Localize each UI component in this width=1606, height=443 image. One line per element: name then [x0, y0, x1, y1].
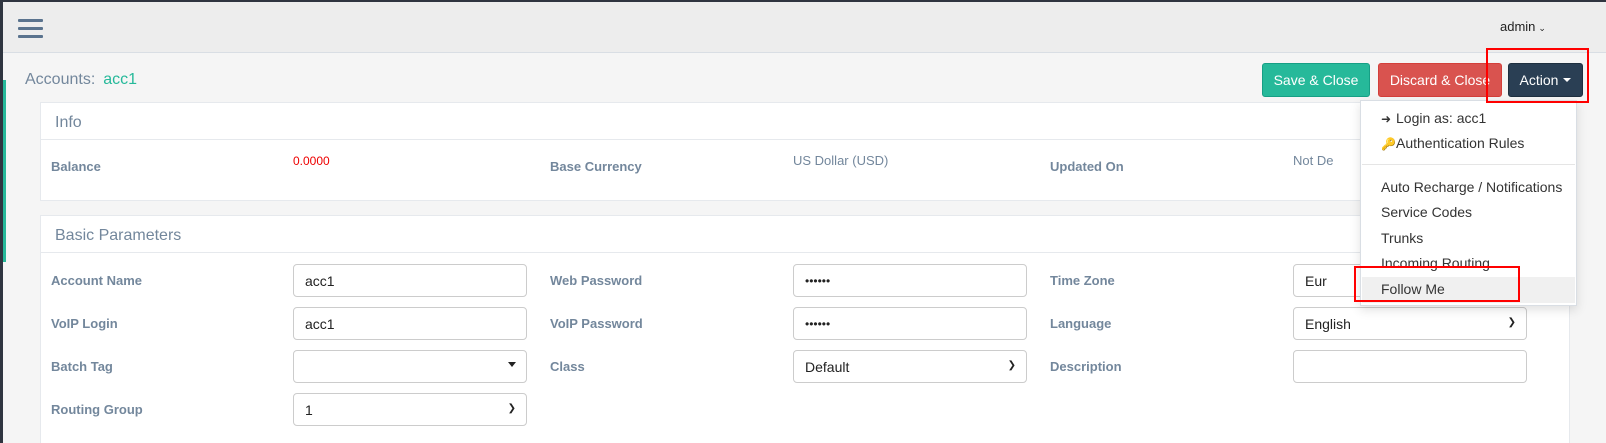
time-zone-value: Eur [1305, 273, 1327, 289]
info-panel-title: Info [41, 103, 1569, 140]
discard-close-label: Discard & Close [1389, 72, 1491, 88]
save-close-button[interactable]: Save & Close [1262, 63, 1370, 97]
discard-close-button[interactable]: Discard & Close [1378, 63, 1502, 97]
incoming-routing-label: Incoming Routing [1381, 255, 1490, 271]
voip-login-value: acc1 [305, 316, 335, 332]
base-currency-label: Base Currency [550, 159, 642, 174]
caret-down-icon [508, 362, 516, 367]
batch-tag-select[interactable] [293, 350, 527, 383]
auto-recharge-label: Auto Recharge / Notifications [1381, 179, 1563, 195]
action-button[interactable]: Action [1508, 63, 1583, 97]
updated-on-value: Not De [1293, 153, 1334, 168]
menu-item-service-codes[interactable]: Service Codes [1381, 204, 1472, 220]
trunks-label: Trunks [1381, 230, 1424, 246]
service-codes-label: Service Codes [1381, 204, 1473, 220]
class-label: Class [550, 359, 585, 374]
description-input[interactable] [1293, 350, 1527, 383]
class-value: Default [805, 359, 850, 375]
page-title: Accounts: acc1 [25, 71, 137, 89]
menu-item-trunks[interactable]: Trunks [1381, 230, 1423, 246]
menu-divider [1362, 164, 1575, 165]
language-value: English [1305, 316, 1351, 332]
app-window: admin ⌄ Accounts: acc1 Save & Close Discar… [3, 0, 1606, 443]
voip-password-label: VoIP Password [550, 316, 643, 331]
routing-group-label: Routing Group [51, 402, 143, 417]
description-label: Description [1050, 359, 1122, 374]
basic-parameters-panel: Basic Parameters Account Name acc1 Web P… [40, 215, 1570, 443]
user-menu[interactable]: admin ⌄ [1500, 19, 1546, 34]
menu-item-authentication-rules[interactable]: 🔑Authentication Rules [1381, 135, 1524, 151]
voip-password-input[interactable]: •••••• [793, 307, 1027, 340]
web-password-input[interactable]: •••••• [793, 264, 1027, 297]
chevron-down-icon: ⌄ [1538, 23, 1546, 33]
routing-group-value: 1 [305, 402, 313, 418]
account-name-value: acc1 [305, 273, 335, 289]
key-icon: 🔑 [1381, 137, 1396, 151]
action-label: Action [1519, 72, 1559, 88]
time-zone-label: Time Zone [1050, 273, 1115, 288]
language-select[interactable]: English ❯ [1293, 307, 1527, 340]
language-label: Language [1050, 316, 1112, 331]
base-currency-value: US Dollar (USD) [793, 153, 889, 168]
user-menu-label: admin [1500, 19, 1536, 34]
voip-login-label: VoIP Login [51, 316, 118, 331]
caret-down-icon [1563, 78, 1572, 82]
account-name-input[interactable]: acc1 [293, 264, 527, 297]
class-select[interactable]: Default ❯ [793, 350, 1027, 383]
account-name-label: Account Name [51, 273, 143, 288]
top-nav-bar: admin ⌄ [3, 2, 1606, 53]
info-panel: Info Balance 0.0000 Base Currency US Dol… [40, 102, 1570, 201]
sidebar-accent [3, 80, 6, 262]
chevron-down-icon: ❯ [1507, 317, 1516, 328]
batch-tag-label: Batch Tag [51, 359, 113, 374]
chevron-down-icon: ❯ [507, 403, 516, 414]
sign-in-icon: ➜ [1381, 112, 1392, 126]
updated-on-label: Updated On [1050, 159, 1124, 174]
balance-label: Balance [51, 159, 101, 174]
auth-rules-label: Authentication Rules [1396, 135, 1525, 151]
voip-password-value: •••••• [805, 317, 831, 331]
web-password-label: Web Password [550, 273, 643, 288]
action-dropdown-menu: ➜ Login as: acc1 🔑Authentication Rules Au… [1360, 100, 1577, 306]
save-close-label: Save & Close [1273, 72, 1359, 88]
follow-me-label: Follow Me [1381, 281, 1445, 297]
routing-group-select[interactable]: 1 ❯ [293, 393, 527, 426]
web-password-value: •••••• [805, 274, 831, 288]
page-title-account: acc1 [103, 71, 138, 88]
chevron-down-icon: ❯ [1007, 360, 1016, 371]
menu-item-login-as[interactable]: ➜ Login as: acc1 [1381, 110, 1486, 126]
menu-item-follow-me[interactable]: Follow Me [1381, 281, 1445, 297]
menu-item-incoming-routing[interactable]: Incoming Routing [1381, 255, 1490, 271]
balance-value: 0.0000 [293, 154, 330, 168]
page-title-prefix: Accounts: [25, 71, 96, 88]
voip-login-input[interactable]: acc1 [293, 307, 527, 340]
menu-toggle-icon[interactable] [18, 19, 43, 41]
login-as-label: Login as: acc1 [1396, 110, 1487, 126]
basic-parameters-title: Basic Parameters [41, 216, 1569, 253]
menu-item-auto-recharge[interactable]: Auto Recharge / Notifications [1381, 179, 1562, 195]
